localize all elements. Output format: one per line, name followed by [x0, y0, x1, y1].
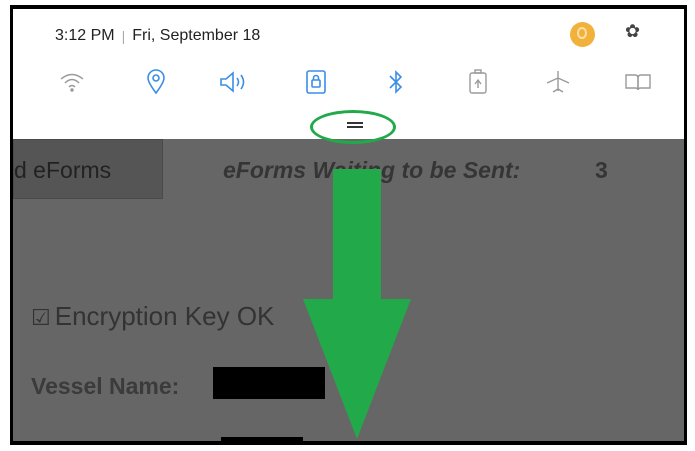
waiting-count: 3	[595, 157, 608, 183]
location-icon[interactable]	[141, 67, 171, 97]
clock: 3:12 PM	[55, 27, 115, 44]
user-avatar-icon[interactable]	[570, 22, 595, 47]
encryption-label: Encryption Key OK	[54, 301, 275, 331]
highlight-ellipse	[310, 110, 396, 144]
date: Fri, September 18	[132, 27, 261, 44]
power-saving-icon[interactable]	[463, 67, 493, 97]
check-icon: ☑	[31, 305, 51, 330]
reading-mode-icon[interactable]	[623, 67, 653, 97]
down-arrow-annotation	[303, 169, 411, 439]
airplane-mode-icon[interactable]	[543, 67, 573, 97]
send-eforms-label: d eForms	[14, 157, 112, 183]
status-row: 3:12 PM | Fri, September 18	[55, 25, 260, 47]
lock-rotation-icon[interactable]	[301, 67, 331, 97]
encryption-status: ☑ Encryption Key OK	[31, 301, 274, 332]
vessel-name-label: Vessel Name:	[31, 373, 180, 399]
sound-icon[interactable]	[219, 67, 249, 97]
bluetooth-icon[interactable]	[381, 67, 411, 97]
status-separator: |	[121, 28, 126, 44]
send-eforms-button[interactable]: d eForms	[13, 139, 163, 199]
redacted-field	[221, 437, 303, 441]
gear-icon[interactable]: ✿	[625, 21, 640, 42]
device-screen: d eForms eForms Waiting to be Sent: 3 ☑E…	[13, 9, 684, 441]
wifi-icon[interactable]	[57, 67, 87, 97]
